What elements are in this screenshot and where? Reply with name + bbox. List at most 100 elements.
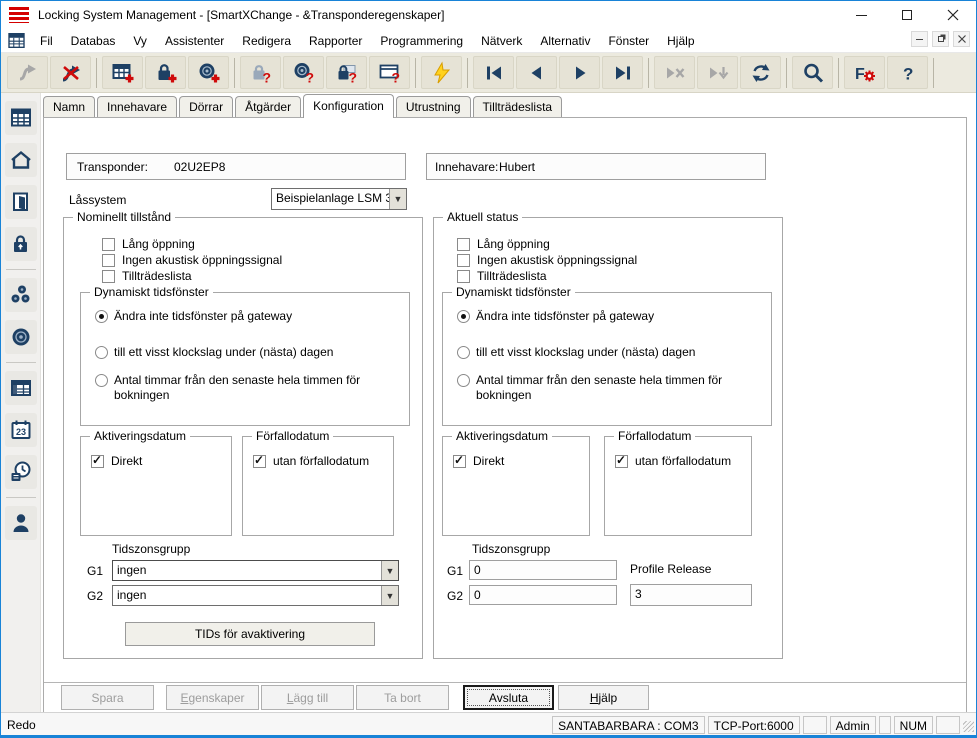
nominal-g1-select[interactable]: ingen ▼ — [112, 560, 399, 581]
save-button[interactable]: Spara — [61, 685, 154, 710]
svg-text:F: F — [855, 66, 865, 83]
new-transponder-button[interactable] — [188, 56, 229, 89]
menu-rapporter[interactable]: Rapporter — [300, 31, 371, 51]
sidebar-schedules-button[interactable] — [5, 371, 37, 405]
menu-databas[interactable]: Databas — [62, 31, 125, 51]
actual-no-beep-checkbox[interactable] — [457, 254, 470, 267]
actual-dynamic-option1-label: Ändra inte tidsfönster på gateway — [476, 309, 654, 323]
undo-arrow-button[interactable] — [7, 56, 48, 89]
next-record-button[interactable] — [559, 56, 600, 89]
actual-no-expiry-checkbox[interactable] — [615, 455, 628, 468]
locksystem-select[interactable]: Beispielanlage LSM 3.x ▼ — [271, 188, 407, 210]
apply-record-button[interactable] — [697, 56, 738, 89]
nominal-dynamic-option2-radio[interactable] — [95, 346, 108, 359]
menu-natverk[interactable]: Nätverk — [472, 31, 531, 51]
mdi-minimize-button[interactable] — [911, 31, 928, 47]
minimize-button[interactable] — [838, 1, 884, 29]
remove-button[interactable]: Ta bort — [356, 685, 449, 710]
sidebar-areas-button[interactable] — [5, 143, 37, 177]
actual-g1-field[interactable]: 0 — [469, 560, 617, 580]
minimize-icon — [856, 15, 867, 16]
tab-tilltradeslista[interactable]: Tillträdeslista — [473, 96, 563, 117]
new-transponder-icon — [197, 61, 221, 85]
new-lock-button[interactable] — [145, 56, 186, 89]
nominal-access-list-checkbox[interactable] — [102, 270, 115, 283]
sidebar-calendar-button[interactable]: 23 — [5, 413, 37, 447]
menu-hjalp[interactable]: Hjälp — [658, 31, 703, 51]
search-button[interactable] — [792, 56, 833, 89]
mdi-restore-button[interactable] — [932, 31, 949, 47]
read-lock-button[interactable]: ? — [240, 56, 281, 89]
exit-button[interactable]: Avsluta — [463, 685, 554, 710]
actual-g2-field[interactable]: 0 — [469, 585, 617, 605]
menu-redigera[interactable]: Redigera — [233, 31, 300, 51]
actual-long-open-checkbox[interactable] — [457, 238, 470, 251]
last-record-button[interactable] — [602, 56, 643, 89]
actual-dynamic-option3-label: Antal timmar från den senaste hela timme… — [476, 373, 768, 403]
svg-text:?: ? — [305, 69, 314, 85]
sidebar-time-log-button[interactable] — [5, 455, 37, 489]
nominal-group: Nominellt tillstånd Lång öppning Ingen a… — [63, 217, 423, 659]
tab-namn[interactable]: Namn — [43, 96, 95, 117]
nominal-long-open-checkbox[interactable] — [102, 238, 115, 251]
menu-assistenter[interactable]: Assistenter — [156, 31, 233, 51]
refresh-button[interactable] — [740, 56, 781, 89]
filter-settings-button[interactable]: F — [844, 56, 885, 89]
break-connection-button[interactable] — [50, 56, 91, 89]
tab-atgarder[interactable]: Åtgärder — [235, 96, 301, 117]
first-record-button[interactable] — [473, 56, 514, 89]
read-network-button[interactable]: ? — [369, 56, 410, 89]
sidebar-transponder-groups-button[interactable] — [5, 278, 37, 312]
sidebar-doors-button[interactable] — [5, 185, 37, 219]
menu-vy[interactable]: Vy — [124, 31, 156, 51]
chevron-down-icon[interactable]: ▼ — [381, 586, 398, 605]
menu-fil[interactable]: Fil — [31, 31, 62, 51]
menu-alternativ[interactable]: Alternativ — [531, 31, 599, 51]
actual-dynamic-option3-radio[interactable] — [457, 374, 470, 387]
maximize-button[interactable] — [884, 1, 930, 29]
mdi-close-button[interactable] — [953, 31, 970, 47]
sidebar-matrix-button[interactable] — [5, 101, 37, 135]
actual-access-list-checkbox[interactable] — [457, 270, 470, 283]
nominal-direct-checkbox[interactable] — [91, 455, 104, 468]
discard-record-button[interactable] — [654, 56, 695, 89]
menu-programmering[interactable]: Programmering — [371, 31, 472, 51]
help-button[interactable]: ? — [887, 56, 928, 89]
nominal-dynamic-option3-radio[interactable] — [95, 374, 108, 387]
resize-grip[interactable] — [963, 721, 974, 732]
new-locking-system-button[interactable] — [102, 56, 143, 89]
nominal-g2-select[interactable]: ingen ▼ — [112, 585, 399, 606]
nominal-no-beep-checkbox[interactable] — [102, 254, 115, 267]
nominal-no-expiry-checkbox[interactable] — [253, 455, 266, 468]
nominal-dynamic-option1-radio[interactable] — [95, 310, 108, 323]
profile-release-field[interactable]: 3 — [630, 584, 752, 606]
read-transponder-button[interactable]: ? — [283, 56, 324, 89]
tab-utrustning[interactable]: Utrustning — [396, 96, 471, 117]
actual-dynamic-option2-label: till ett visst klockslag under (nästa) d… — [476, 345, 695, 359]
sidebar-transponders-button[interactable] — [5, 320, 37, 354]
close-button[interactable] — [930, 1, 976, 29]
actual-dynamic-option1-radio[interactable] — [457, 310, 470, 323]
program-flash-button[interactable] — [421, 56, 462, 89]
tab-konfiguration[interactable]: Konfiguration — [303, 94, 394, 118]
sidebar-locks-button[interactable] — [5, 227, 37, 261]
transponder-value: 02U2EP8 — [174, 160, 225, 174]
tab-dorrar[interactable]: Dörrar — [179, 96, 233, 117]
help-footer-button[interactable]: Hjälp — [558, 685, 649, 710]
locks-icon — [9, 232, 33, 256]
actual-direct-checkbox[interactable] — [453, 455, 466, 468]
previous-record-button[interactable] — [516, 56, 557, 89]
chevron-down-icon[interactable]: ▼ — [381, 561, 398, 580]
read-lock-g1-button[interactable]: ? — [326, 56, 367, 89]
toolbar-separator — [96, 58, 97, 88]
menu-fonster[interactable]: Fönster — [599, 31, 658, 51]
add-button[interactable]: Lägg till — [261, 685, 354, 710]
tids-deactivation-button[interactable]: TIDs för avaktivering — [125, 622, 375, 646]
status-connection: SANTABARBARA : COM3 — [552, 716, 704, 734]
sidebar-users-button[interactable] — [5, 506, 37, 540]
tab-innehavare[interactable]: Innehavare — [97, 96, 177, 117]
properties-button[interactable]: Egenskaper — [166, 685, 259, 710]
actual-dynamic-option2-radio[interactable] — [457, 346, 470, 359]
chevron-down-icon[interactable]: ▼ — [389, 189, 406, 209]
actual-g2-label: G2 — [447, 589, 463, 603]
